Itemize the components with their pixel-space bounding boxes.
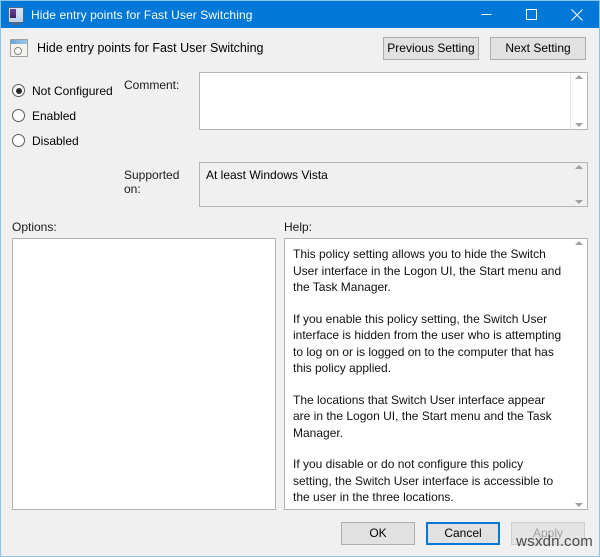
setting-header: Hide entry points for Fast User Switchin… [1, 28, 599, 68]
comment-field-wrap [199, 72, 588, 130]
scroll-up-icon[interactable] [575, 165, 583, 169]
supported-on-scrollbar[interactable] [571, 163, 587, 206]
help-pane[interactable]: This policy setting allows you to hide t… [284, 238, 588, 510]
help-scrollbar[interactable] [571, 239, 587, 509]
radio-enabled-indicator[interactable] [12, 109, 25, 122]
panes-labels: Options: Help: [1, 207, 599, 238]
radio-not-configured-indicator[interactable] [12, 84, 25, 97]
comment-scrollbar[interactable] [570, 73, 587, 129]
radio-disabled-label: Disabled [32, 133, 79, 148]
radio-disabled[interactable]: Disabled [12, 128, 124, 153]
radio-enabled-label: Enabled [32, 108, 77, 123]
scroll-down-icon[interactable] [575, 503, 583, 507]
policy-monitor-icon [8, 6, 24, 25]
help-content: This policy setting allows you to hide t… [285, 239, 571, 509]
setting-navigation: Previous Setting Next Setting [383, 36, 586, 60]
scroll-down-icon[interactable] [575, 123, 583, 127]
window-title: Hide entry points for Fast User Switchin… [31, 7, 253, 22]
setting-form: Not Configured Enabled Disabled Comment: [1, 68, 599, 207]
panes: This policy setting allows you to hide t… [1, 238, 599, 510]
group-policy-setting-icon [10, 39, 28, 57]
help-paragraph: This policy setting allows you to hide t… [293, 247, 562, 294]
scroll-up-icon[interactable] [575, 241, 583, 245]
minimize-button[interactable] [464, 1, 509, 28]
supported-on-label: Supported on: [124, 168, 180, 196]
ok-button[interactable]: OK [341, 521, 415, 545]
help-paragraph: If you disable or do not configure this … [293, 457, 554, 504]
scroll-down-icon[interactable] [575, 200, 583, 204]
title-bar: Hide entry points for Fast User Switchin… [1, 1, 599, 28]
comment-input[interactable] [199, 72, 588, 130]
supported-on-row: Supported on: At least Windows Vista [12, 162, 588, 207]
options-pane[interactable] [12, 238, 276, 510]
close-button[interactable] [554, 1, 599, 28]
comment-input-value[interactable] [200, 73, 570, 129]
supported-on-field-wrap: At least Windows Vista [199, 162, 588, 207]
window-controls [464, 1, 599, 28]
radio-enabled[interactable]: Enabled [12, 103, 124, 128]
previous-setting-button[interactable]: Previous Setting [383, 36, 479, 60]
help-label: Help: [284, 220, 313, 234]
policy-setting-dialog: Hide entry points for Fast User Switchin… [0, 0, 600, 557]
comment-label: Comment: [124, 78, 180, 92]
help-paragraph: If you enable this policy setting, the S… [293, 311, 562, 376]
options-content [13, 239, 275, 509]
apply-button: Apply [511, 521, 585, 545]
radio-disabled-indicator[interactable] [12, 134, 25, 147]
spacer-col [12, 162, 124, 168]
supported-on-value: At least Windows Vista [206, 168, 328, 182]
state-and-comment-row: Not Configured Enabled Disabled Comment: [12, 72, 588, 153]
radio-not-configured-label: Not Configured [32, 83, 113, 98]
supported-on-input: At least Windows Vista [199, 162, 588, 207]
scroll-up-icon[interactable] [575, 75, 583, 79]
options-label: Options: [12, 220, 57, 234]
maximize-button[interactable] [509, 1, 554, 28]
dialog-footer: OK Cancel Apply wsxdn.com [1, 510, 599, 556]
next-setting-button[interactable]: Next Setting [490, 36, 586, 60]
radio-not-configured[interactable]: Not Configured [12, 78, 124, 103]
cancel-button[interactable]: Cancel [426, 521, 500, 545]
setting-title: Hide entry points for Fast User Switchin… [37, 41, 264, 55]
policy-state-group: Not Configured Enabled Disabled [12, 72, 124, 153]
help-paragraph: The locations that Switch User interface… [293, 392, 552, 440]
